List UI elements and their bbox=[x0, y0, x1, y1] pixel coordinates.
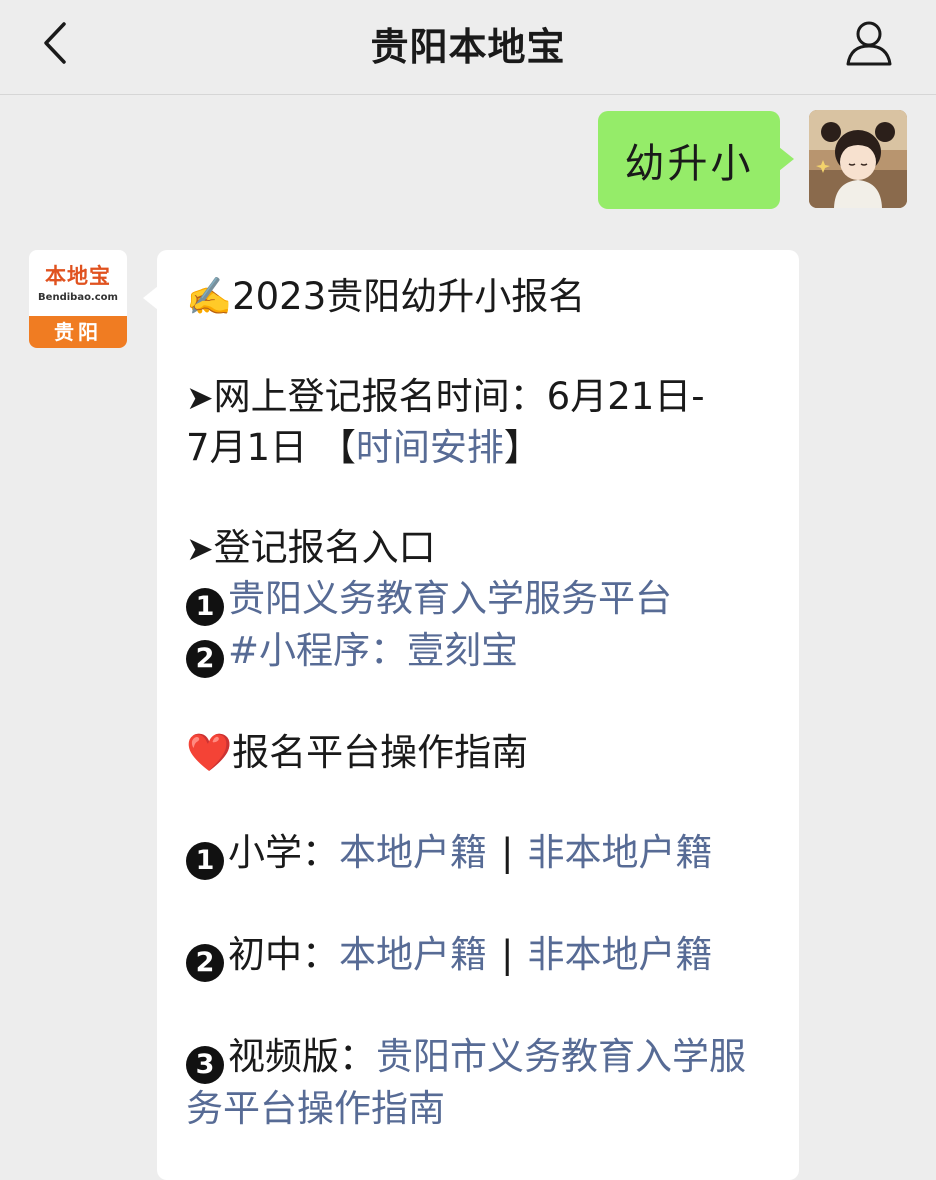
entry-heading: 登记报名入口 bbox=[213, 526, 436, 569]
guide-item-primary: 1 小学：本地户籍 | 非本地户籍 bbox=[186, 828, 782, 880]
entry-platform-link[interactable]: 贵阳义务教育入学服务平台 bbox=[228, 577, 672, 620]
bracket-open: 【 bbox=[318, 426, 356, 469]
separator: | bbox=[501, 933, 514, 976]
guide-item-video: 3 视频版：贵阳市义务教育入学服务平台操作指南 bbox=[186, 1032, 782, 1134]
guide-primary-label: 小学： bbox=[228, 831, 339, 874]
outgoing-message-text: 幼升小 bbox=[624, 141, 754, 187]
entry-item: 2 #小程序：壹刻宝 bbox=[186, 626, 782, 678]
registration-time-line: ➤网上登记报名时间：6月21日- bbox=[186, 372, 782, 423]
guide-middle-label: 初中： bbox=[228, 933, 339, 976]
entry-heading-line: ➤登记报名入口 bbox=[186, 523, 782, 574]
avatar-city-label: 贵阳 bbox=[29, 316, 127, 348]
user-avatar[interactable] bbox=[809, 110, 907, 208]
guide-heading-line: ❤️报名平台操作指南 bbox=[186, 728, 782, 778]
user-icon bbox=[846, 21, 892, 66]
number-2-icon: 2 bbox=[186, 944, 224, 982]
number-1-icon: 1 bbox=[186, 842, 224, 880]
bracket-close: 】 bbox=[503, 426, 541, 469]
message-title-line: ✍️2023贵阳幼升小报名 bbox=[186, 272, 782, 322]
avatar-domain-text: Bendibao.com bbox=[38, 292, 118, 303]
number-3-icon: 3 bbox=[186, 1046, 224, 1084]
number-2-icon: 2 bbox=[186, 640, 224, 678]
primary-local-link[interactable]: 本地户籍 bbox=[339, 831, 487, 874]
chat-title: 贵阳本地宝 bbox=[370, 25, 566, 69]
anime-girl-avatar-image bbox=[809, 110, 907, 208]
registration-time-end-line: 7月1日 【时间安排】 bbox=[186, 423, 782, 473]
schedule-link[interactable]: 时间安排 bbox=[356, 426, 504, 469]
incoming-message-text: ✍️2023贵阳幼升小报名 ➤网上登记报名时间：6月21日- 7月1日 【时间安… bbox=[186, 272, 782, 1134]
guide-video-label: 视频版： bbox=[228, 1035, 376, 1078]
guide-item-middle: 2 初中：本地户籍 | 非本地户籍 bbox=[186, 930, 782, 982]
heart-icon: ❤️ bbox=[186, 731, 233, 774]
registration-time-end: 7月1日 bbox=[186, 426, 308, 469]
registration-time-label: 网上登记报名时间：6月21日- bbox=[213, 375, 705, 418]
arrow-icon: ➤ bbox=[186, 378, 214, 417]
outgoing-message-bubble[interactable]: 幼升小 bbox=[598, 111, 794, 209]
profile-button[interactable] bbox=[842, 16, 896, 70]
avatar-brand-text: 本地宝 bbox=[45, 264, 111, 288]
message-title: 2023贵阳幼升小报名 bbox=[232, 275, 586, 318]
middle-nonlocal-link[interactable]: 非本地户籍 bbox=[527, 933, 712, 976]
top-nav-bar: 贵阳本地宝 bbox=[0, 0, 936, 95]
number-1-icon: 1 bbox=[186, 588, 224, 626]
primary-nonlocal-link[interactable]: 非本地户籍 bbox=[527, 831, 712, 874]
middle-local-link[interactable]: 本地户籍 bbox=[339, 933, 487, 976]
entry-miniprogram-link[interactable]: #小程序：壹刻宝 bbox=[228, 629, 518, 672]
writing-hand-icon: ✍️ bbox=[186, 275, 233, 318]
entry-item: 1 贵阳义务教育入学服务平台 bbox=[186, 574, 782, 626]
separator: | bbox=[501, 831, 514, 874]
bot-avatar[interactable]: 本地宝 Bendibao.com 贵阳 bbox=[29, 250, 127, 348]
guide-heading: 报名平台操作指南 bbox=[232, 731, 529, 774]
arrow-icon: ➤ bbox=[186, 529, 214, 568]
